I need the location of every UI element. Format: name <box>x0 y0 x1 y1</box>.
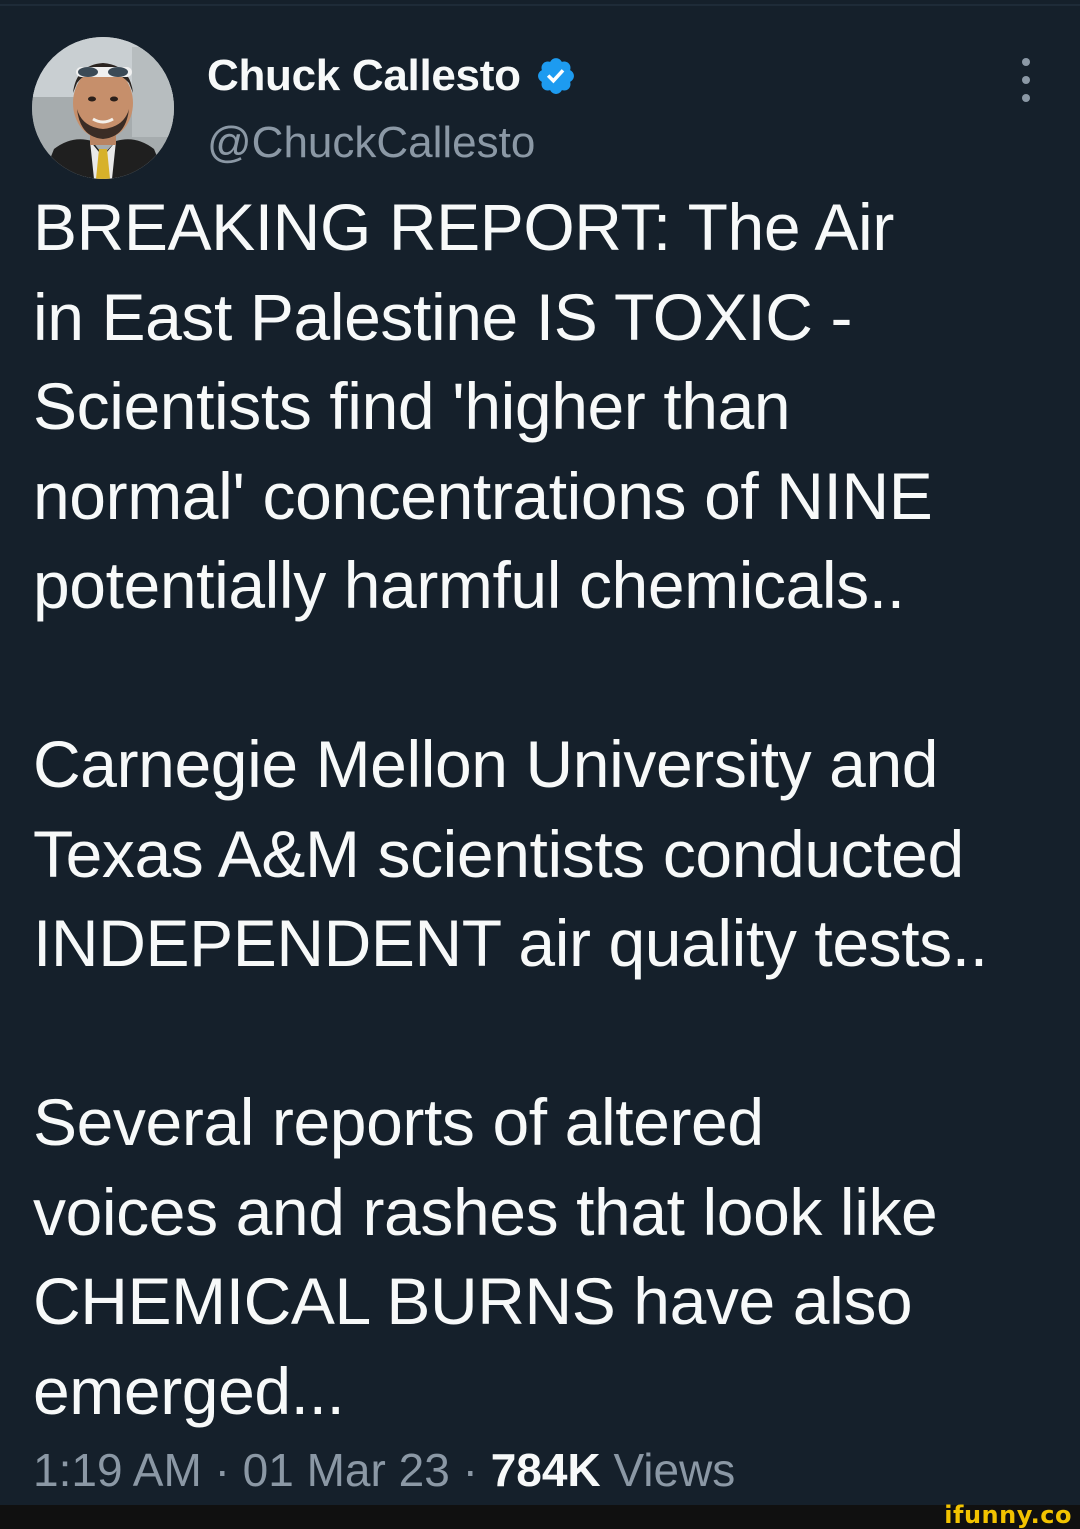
avatar[interactable] <box>32 37 174 179</box>
tweet: Chuck Callesto @ChuckCallesto BREAKING R… <box>0 0 1080 1505</box>
tweet-time[interactable]: 1:19 AM <box>33 1444 202 1496</box>
tweet-paragraph: BREAKING REPORT: The Air in East Palesti… <box>33 190 933 622</box>
tweet-paragraph: Several reports of altered voices and ra… <box>33 1085 938 1428</box>
footer-bar <box>0 1505 1080 1529</box>
verified-badge-icon <box>535 55 577 97</box>
more-dot <box>1022 76 1030 84</box>
tweet-text: BREAKING REPORT: The Air in East Palesti… <box>33 183 1053 1436</box>
meta-separator: · <box>214 1444 230 1496</box>
views-label: Views <box>613 1444 736 1496</box>
more-dot <box>1022 58 1030 66</box>
display-name[interactable]: Chuck Callesto <box>207 51 521 101</box>
ifunny-watermark: ifunny.co <box>944 1501 1072 1529</box>
views-count: 784K <box>490 1444 601 1496</box>
tweet-meta: 1:19 AM · 01 Mar 23 · 784K Views <box>33 1440 735 1500</box>
more-dot <box>1022 94 1030 102</box>
meta-separator: · <box>462 1444 478 1496</box>
author-handle[interactable]: @ChuckCallesto <box>207 118 535 168</box>
more-options-icon[interactable] <box>1008 58 1044 102</box>
avatar-photo <box>32 37 174 179</box>
author-name-row[interactable]: Chuck Callesto <box>207 50 577 102</box>
tweet-paragraph: Carnegie Mellon University and Texas A&M… <box>33 727 988 980</box>
tweet-date[interactable]: 01 Mar 23 <box>243 1444 450 1496</box>
